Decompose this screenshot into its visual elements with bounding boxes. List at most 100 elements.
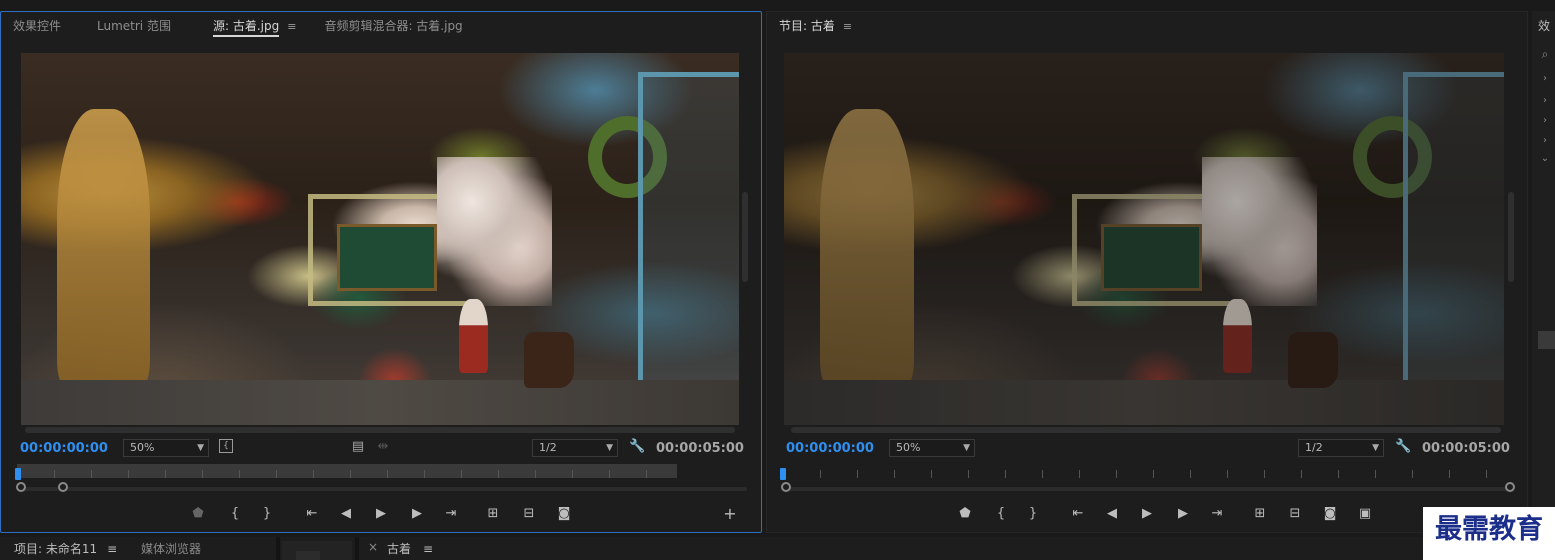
tab-label: 古着 <box>387 542 412 556</box>
step-back-icon[interactable]: ◀ <box>336 504 356 524</box>
effects-tab-label[interactable]: 效 <box>1538 17 1550 34</box>
program-viewer-scrollbar[interactable] <box>1508 192 1514 282</box>
program-playhead[interactable] <box>780 468 786 480</box>
tab-media-browser[interactable]: 媒体浏览器 <box>141 540 201 557</box>
side-scroll-thumb[interactable] <box>1538 331 1555 349</box>
program-viewer[interactable] <box>784 53 1504 425</box>
tools-panel <box>282 541 352 560</box>
program-zoom-handle-right[interactable] <box>1505 482 1515 492</box>
program-duration-timecode: 00:00:05:00 <box>1422 441 1510 456</box>
source-zoom-handle-left[interactable] <box>16 482 26 492</box>
program-time-ruler[interactable] <box>783 464 1507 478</box>
mark-in-icon[interactable]: { <box>991 504 1011 524</box>
step-forward-icon[interactable]: ▶ <box>1173 504 1193 524</box>
tab-program[interactable]: 节目: 古着 ≡ <box>767 12 864 42</box>
go-to-out-icon[interactable]: ⇥ <box>1207 504 1227 524</box>
source-monitor-panel: 效果控件 Lumetri 范围 源: 古着.jpg ≡ 音频剪辑混合器: 古着.j… <box>0 11 762 533</box>
drag-video-icon[interactable]: ▤ <box>351 439 365 455</box>
source-time-ruler[interactable] <box>17 464 677 478</box>
tab-audio-clip-mixer[interactable]: 音频剪辑混合器: 古着.jpg <box>308 12 474 42</box>
panel-divider[interactable] <box>276 537 280 560</box>
source-resolution-select[interactable]: 1/2 ▼ <box>532 439 618 457</box>
marker-icon[interactable]: ⬟ <box>188 504 208 524</box>
overwrite-icon[interactable]: ⊟ <box>519 504 539 524</box>
chevron-right-icon[interactable]: › <box>1538 73 1552 87</box>
panel-menu-icon[interactable]: ≡ <box>843 13 852 41</box>
program-horizontal-scrollbar[interactable] <box>791 427 1501 433</box>
effects-side-panel: 效 ⌕ › › › › ⌄ <box>1532 11 1555 533</box>
program-zoom-handle-left[interactable] <box>781 482 791 492</box>
ruler-ticks <box>783 470 1507 478</box>
step-forward-icon[interactable]: ▶ <box>407 504 427 524</box>
source-zoom-select[interactable]: 50% ▼ <box>123 439 209 457</box>
chevron-right-icon[interactable]: › <box>1538 135 1552 149</box>
timeline-close-icon[interactable]: × <box>368 540 378 554</box>
go-to-in-icon[interactable]: ⇤ <box>1068 504 1088 524</box>
tab-label: 项目: 未命名11 <box>14 542 98 556</box>
zoom-value: 50% <box>896 441 921 454</box>
go-to-in-icon[interactable]: ⇤ <box>302 504 322 524</box>
source-playhead[interactable] <box>15 468 21 480</box>
vintage-shop-image-graded <box>784 53 1504 425</box>
source-horizontal-scrollbar[interactable] <box>25 427 735 433</box>
chevron-down-icon: ▼ <box>1372 443 1379 453</box>
program-current-timecode[interactable]: 00:00:00:00 <box>786 441 874 456</box>
tool-button[interactable] <box>296 551 320 560</box>
panel-divider[interactable] <box>355 537 359 560</box>
chevron-down-icon[interactable]: ⌄ <box>1538 153 1552 167</box>
resolution-value: 1/2 <box>539 441 557 454</box>
resolution-value: 1/2 <box>1305 441 1323 454</box>
source-viewer[interactable] <box>21 53 739 425</box>
tab-label: 音频剪辑混合器: 古着.jpg <box>324 19 463 33</box>
chevron-right-icon[interactable]: › <box>1538 115 1552 129</box>
insert-icon[interactable]: ⊞ <box>483 504 503 524</box>
wrench-icon[interactable]: 🔧 <box>629 439 645 455</box>
tab-source[interactable]: 源: 古着.jpg ≡ <box>183 12 308 42</box>
marker-icon[interactable]: ⬟ <box>955 504 975 524</box>
program-zoom-select[interactable]: 50% ▼ <box>889 439 975 457</box>
tab-timeline[interactable]: 古着 ≡ <box>387 540 433 557</box>
source-viewer-scrollbar[interactable] <box>742 192 748 282</box>
play-icon[interactable]: ▶ <box>371 504 391 524</box>
chevron-down-icon: ▼ <box>963 443 970 453</box>
play-icon[interactable]: ▶ <box>1137 504 1157 524</box>
tab-effect-controls[interactable]: 效果控件 <box>1 12 73 42</box>
source-transport-bar: ⬟ { } ⇤ ◀ ▶ ▶ ⇥ ⊞ ⊟ ◙ + <box>1 504 761 524</box>
tab-project[interactable]: 项目: 未命名11 ≡ <box>14 540 117 557</box>
step-back-icon[interactable]: ◀ <box>1102 504 1122 524</box>
source-zoom-scrollbar[interactable] <box>21 487 747 491</box>
panel-menu-icon[interactable]: ≡ <box>423 542 433 556</box>
plus-icon[interactable]: + <box>720 504 740 524</box>
settings-bracket-icon[interactable]: { <box>219 439 233 453</box>
tab-lumetri-scopes[interactable]: Lumetri 范围 <box>73 12 183 42</box>
panel-menu-icon[interactable]: ≡ <box>287 13 296 41</box>
source-tab-bar: 效果控件 Lumetri 范围 源: 古着.jpg ≡ 音频剪辑混合器: 古着.j… <box>1 12 475 42</box>
watermark-logo: 最需教育 <box>1423 507 1555 560</box>
camera-icon[interactable]: ◙ <box>1320 504 1340 524</box>
search-icon[interactable]: ⌕ <box>1538 47 1552 61</box>
wrench-icon[interactable]: 🔧 <box>1395 439 1411 455</box>
zoom-value: 50% <box>130 441 155 454</box>
camera-icon[interactable]: ◙ <box>554 504 574 524</box>
drag-audio-icon[interactable]: ⇹ <box>376 439 390 455</box>
chevron-right-icon[interactable]: › <box>1538 95 1552 109</box>
vintage-shop-image <box>21 53 739 425</box>
panel-menu-icon[interactable]: ≡ <box>107 542 117 556</box>
go-to-out-icon[interactable]: ⇥ <box>441 504 461 524</box>
extract-icon[interactable]: ⊟ <box>1285 504 1305 524</box>
premiere-workspace: 效果控件 Lumetri 范围 源: 古着.jpg ≡ 音频剪辑混合器: 古着.j… <box>0 0 1555 560</box>
chevron-down-icon: ▼ <box>197 443 204 453</box>
program-tab-bar: 节目: 古着 ≡ <box>767 12 864 42</box>
program-resolution-select[interactable]: 1/2 ▼ <box>1298 439 1384 457</box>
program-zoom-scrollbar[interactable] <box>787 487 1511 491</box>
program-controls-row: 00:00:00:00 50% ▼ 1/2 ▼ 🔧 00:00:05:00 <box>767 439 1527 459</box>
bottom-tab-row: 项目: 未命名11 ≡ 媒体浏览器 × 古着 ≡ <box>0 537 1555 560</box>
source-duration-timecode: 00:00:05:00 <box>656 441 744 456</box>
source-current-timecode[interactable]: 00:00:00:00 <box>20 441 108 456</box>
mark-out-icon[interactable]: } <box>1023 504 1043 524</box>
comparison-view-icon[interactable]: ▣ <box>1355 504 1375 524</box>
lift-icon[interactable]: ⊞ <box>1250 504 1270 524</box>
source-zoom-handle-mid[interactable] <box>58 482 68 492</box>
mark-out-icon[interactable]: } <box>257 504 277 524</box>
mark-in-icon[interactable]: { <box>225 504 245 524</box>
